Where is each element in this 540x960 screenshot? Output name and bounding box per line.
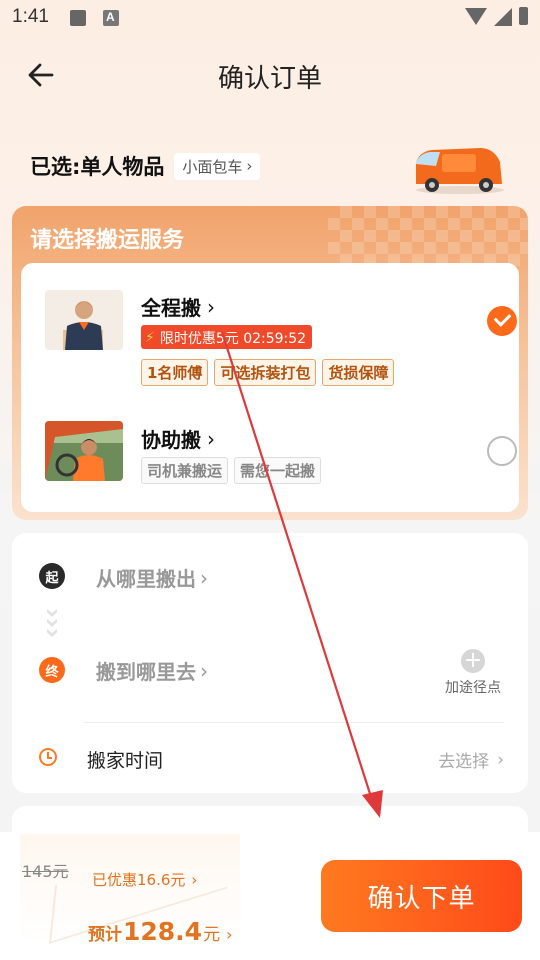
add-stop-button[interactable]: + 加途径点 xyxy=(438,649,508,697)
driver-photo xyxy=(45,421,123,481)
checkout-footer: 145元 已优惠16.6元 › 预计 128.4 元 › 确认下单 xyxy=(0,832,540,960)
estimate-amount: 128.4 xyxy=(123,917,203,946)
vehicle-type-label: 小面包车 xyxy=(182,157,243,176)
chevron-right-icon: › xyxy=(497,749,504,770)
route-connector-icon xyxy=(47,609,57,639)
chevron-right-icon: › xyxy=(200,658,208,683)
vehicle-type-button[interactable]: 小面包车 › xyxy=(174,152,261,180)
wifi-icon xyxy=(465,8,487,25)
service-tags: 1名师傅 可选拆装打包 货损保障 xyxy=(141,359,395,386)
confirm-order-button[interactable]: 确认下单 xyxy=(321,860,522,932)
service-tag: 可选拆装打包 xyxy=(214,359,317,386)
chevron-right-icon: › xyxy=(200,565,208,590)
discount-details-link[interactable]: 已优惠16.6元 › xyxy=(92,869,197,890)
divider xyxy=(84,722,504,723)
service-option-name: 全程搬 › xyxy=(141,294,215,321)
service-option-name: 协助搬 › xyxy=(141,426,215,453)
radio-selected-icon[interactable] xyxy=(487,306,517,336)
chevron-right-icon: › xyxy=(207,426,215,451)
service-selection-card: 请选择搬运服务 全程搬 › ⚡ 限时优惠5元 02:59:52 1名师傅 可选拆… xyxy=(12,206,528,520)
start-point-icon: 起 xyxy=(39,563,65,589)
radio-unselected-icon[interactable] xyxy=(487,436,517,466)
add-stop-label: 加途径点 xyxy=(445,680,501,696)
photo-notification-icon xyxy=(70,10,86,26)
clock-icon xyxy=(39,748,57,766)
estimate-prefix: 预计 xyxy=(88,925,122,945)
selection-row: 已选:单人物品 小面包车 › xyxy=(30,150,261,182)
estimated-price[interactable]: 预计 128.4 元 › xyxy=(88,917,232,946)
chevron-right-icon: › xyxy=(207,294,215,319)
selected-items-label: 已选:单人物品 xyxy=(30,155,165,179)
lightning-icon: ⚡ xyxy=(145,330,155,346)
chevron-right-icon: › xyxy=(191,870,198,889)
dropoff-address-field[interactable]: 搬到哪里去 › xyxy=(96,656,208,685)
chevron-right-icon: › xyxy=(226,925,233,944)
status-time: 1:41 xyxy=(12,6,49,27)
move-time-label: 搬家时间 xyxy=(87,750,164,772)
page-title: 确认订单 xyxy=(217,64,322,94)
plus-icon: + xyxy=(461,649,485,673)
van-illustration xyxy=(416,148,504,194)
service-tag: 1名师傅 xyxy=(141,359,209,386)
chevron-right-icon: › xyxy=(246,157,253,175)
service-options-panel: 全程搬 › ⚡ 限时优惠5元 02:59:52 1名师傅 可选拆装打包 货损保障 xyxy=(21,263,519,512)
end-point-icon: 终 xyxy=(39,657,65,683)
service-option-assist[interactable]: 协助搬 › 司机兼搬运 需您一起搬 xyxy=(45,421,517,501)
nav-bar: 确认订单 xyxy=(0,50,540,100)
status-bar: 1:41 xyxy=(0,0,540,36)
app-notification-icon xyxy=(103,10,119,26)
address-card: 起 从哪里搬出 › 终 搬到哪里去 › + 加途径点 搬家时间 去选择 › xyxy=(12,533,528,793)
original-price: 145元 xyxy=(22,862,69,881)
service-section-title: 请选择搬运服务 xyxy=(30,228,185,253)
battery-icon xyxy=(519,7,528,25)
mover-photo xyxy=(45,290,123,350)
select-time-button[interactable]: 去选择 › xyxy=(438,747,504,773)
estimate-unit: 元 xyxy=(203,925,221,945)
service-option-full[interactable]: 全程搬 › ⚡ 限时优惠5元 02:59:52 1名师傅 可选拆装打包 货损保障 xyxy=(45,289,517,409)
promo-countdown-badge: ⚡ 限时优惠5元 02:59:52 xyxy=(141,325,313,349)
pickup-address-field[interactable]: 从哪里搬出 › xyxy=(96,563,208,592)
service-tag: 需您一起搬 xyxy=(234,457,322,484)
service-tag: 司机兼搬运 xyxy=(141,457,229,484)
signal-icon xyxy=(494,8,512,26)
service-tags: 司机兼搬运 需您一起搬 xyxy=(141,457,322,484)
service-tag: 货损保障 xyxy=(322,359,395,386)
